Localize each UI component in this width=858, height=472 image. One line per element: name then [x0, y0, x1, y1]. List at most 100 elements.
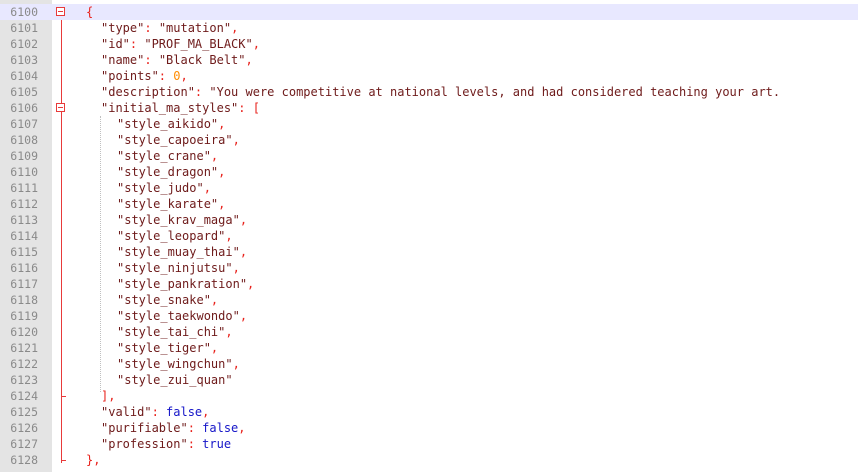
code-token: , [218, 165, 226, 179]
code-text: "style_crane", [117, 148, 218, 164]
code-text: "style_ninjutsu", [117, 260, 240, 276]
line-number: 6114 [10, 229, 38, 243]
code-line[interactable]: 6102 "id": "PROF_MA_BLACK", [0, 36, 858, 52]
code-line[interactable]: 6126 "purifiable": false, [0, 420, 858, 436]
code-token: false [202, 421, 239, 435]
code-token: "valid" [101, 405, 152, 419]
code-line[interactable]: 6111 "style_judo", [0, 180, 858, 196]
code-token: "name" [101, 53, 145, 67]
code-token: , [252, 37, 260, 51]
code-line[interactable]: 6112 "style_karate", [0, 196, 858, 212]
code-text: "id": "PROF_MA_BLACK", [101, 36, 260, 52]
code-token: "points" [101, 69, 159, 83]
line-number: 6126 [10, 421, 38, 435]
code-line[interactable]: 6114 "style_leopard", [0, 228, 858, 244]
code-token: : [238, 101, 253, 115]
code-token: , [239, 309, 248, 323]
code-token: , [202, 405, 210, 419]
code-line[interactable]: 6100 { [0, 4, 858, 20]
code-line[interactable]: 6121 "style_tiger", [0, 340, 858, 356]
code-line[interactable]: 6123 "style_zui_quan" [0, 372, 858, 388]
code-token: , [225, 229, 233, 243]
code-text: "initial_ma_styles": [ [101, 100, 260, 116]
code-token: "style_karate" [117, 197, 219, 211]
code-line[interactable]: 6106 "initial_ma_styles": [ [0, 100, 858, 116]
code-token: : [187, 437, 203, 451]
fold-end-marker [61, 460, 66, 461]
code-token: , [203, 181, 211, 195]
line-number: 6111 [10, 181, 38, 195]
code-line[interactable]: 6101 "type": "mutation", [0, 20, 858, 36]
code-editor[interactable]: 6100 {6101 "type": "mutation", 6102 "id": "P… [0, 0, 858, 472]
code-token: }, [86, 453, 101, 467]
code-text: "style_pankration", [117, 276, 254, 292]
code-line[interactable]: 6110 "style_dragon", [0, 164, 858, 180]
line-number: 6103 [10, 53, 38, 67]
fold-collapse-icon[interactable] [56, 7, 65, 16]
code-line[interactable]: 6125 "valid": false, [0, 404, 858, 420]
code-token: , [238, 421, 246, 435]
line-number: 6117 [10, 277, 38, 291]
line-number: 6118 [10, 293, 38, 307]
code-token: [ [252, 101, 260, 115]
line-number: 6121 [10, 341, 38, 355]
code-token: , [180, 69, 188, 83]
code-text: { [86, 4, 93, 20]
line-number: 6120 [10, 325, 38, 339]
code-token: "Black Belt" [158, 53, 246, 67]
code-token: "style_judo" [117, 181, 204, 195]
code-text: "style_aikido", [117, 116, 225, 132]
code-line[interactable]: 6109 "style_crane", [0, 148, 858, 164]
code-token: : [129, 37, 145, 51]
code-token: "style_tiger" [117, 341, 211, 355]
line-number: 6104 [10, 69, 38, 83]
code-line[interactable]: 6103 "name": "Black Belt", [0, 52, 858, 68]
code-line[interactable]: 6120 "style_tai_chi", [0, 324, 858, 340]
fold-collapse-icon[interactable] [56, 103, 65, 112]
code-text: "style_muay_thai", [117, 244, 247, 260]
code-token: "style_krav_maga" [117, 213, 240, 227]
code-line[interactable]: 6105 "description": "You were competitive… [0, 84, 858, 100]
code-token: , [218, 197, 226, 211]
code-token: "description" [101, 85, 195, 99]
code-token: false [166, 405, 203, 419]
line-number: 6123 [10, 373, 38, 387]
code-line[interactable]: 6128}, [0, 452, 858, 468]
code-token: "mutation" [158, 21, 232, 35]
code-line[interactable]: 6117 "style_pankration", [0, 276, 858, 292]
code-line[interactable]: 6104 "points": 0, [0, 68, 858, 84]
code-token: , [245, 53, 253, 67]
code-text: "name": "Black Belt", [101, 52, 253, 68]
line-number: 6122 [10, 357, 38, 371]
code-token: "profession" [101, 437, 188, 451]
line-number: 6128 [10, 453, 38, 467]
code-line[interactable]: 6115 "style_muay_thai", [0, 244, 858, 260]
code-line[interactable]: 6116 "style_ninjutsu", [0, 260, 858, 276]
code-token: "initial_ma_styles" [101, 101, 239, 115]
code-line[interactable]: 6113 "style_krav_maga", [0, 212, 858, 228]
code-token: "style_zui_quan" [117, 373, 233, 387]
code-token: , [210, 341, 219, 355]
code-token: "PROF_MA_BLACK" [144, 37, 253, 51]
code-text: "style_dragon", [117, 164, 225, 180]
code-line[interactable]: 6124], [0, 388, 858, 404]
code-token: "style_wingchun" [117, 357, 233, 371]
code-line[interactable]: 6108 "style_capoeira", [0, 132, 858, 148]
code-token: "type" [101, 21, 145, 35]
code-line[interactable]: 6127 "profession": true [0, 436, 858, 452]
code-token: , [232, 133, 240, 147]
code-line[interactable]: 6118 "style_snake", [0, 292, 858, 308]
code-text: "style_wingchun", [117, 356, 240, 372]
code-token: : [158, 69, 174, 83]
code-token: , [210, 149, 219, 163]
code-text: }, [86, 452, 100, 468]
code-token: , [225, 325, 233, 339]
code-text: "style_karate", [117, 196, 225, 212]
code-line[interactable]: 6107 "style_aikido", [0, 116, 858, 132]
code-line[interactable]: 6119 "style_taekwondo", [0, 308, 858, 324]
code-text: "profession": true [101, 436, 231, 452]
code-text: "style_tiger", [117, 340, 218, 356]
code-line[interactable]: 6122 "style_wingchun", [0, 356, 858, 372]
code-token: "style_pankration" [117, 277, 248, 291]
code-token: : [187, 421, 203, 435]
